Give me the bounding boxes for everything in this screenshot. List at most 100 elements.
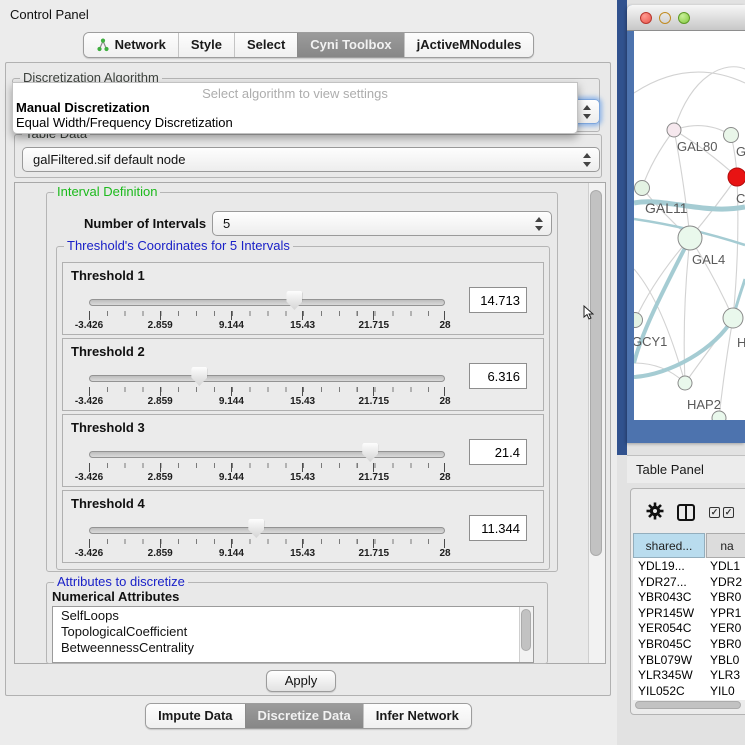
threshold-2-panel: Threshold 2 -3.426 2.859 9.144 15.43 21.… — [62, 338, 544, 411]
threshold-2-slider-thumb[interactable] — [191, 367, 207, 386]
apply-button[interactable]: Apply — [266, 670, 336, 692]
network-node-selected[interactable] — [728, 168, 745, 186]
threshold-1-slider[interactable] — [89, 299, 445, 306]
threshold-2-slider[interactable] — [89, 375, 445, 382]
list-item[interactable]: BetweennessCentrality — [53, 639, 533, 655]
dropdown-prompt: Select algorithm to view settings — [13, 83, 577, 100]
slider-ticks — [89, 539, 445, 548]
tick-label: 2.859 — [148, 548, 173, 559]
tick-label: 21.715 — [359, 396, 390, 407]
tick-label: 9.144 — [219, 472, 244, 483]
node-label: GAL4 — [692, 252, 725, 267]
network-icon — [96, 38, 110, 52]
network-node[interactable] — [678, 376, 692, 390]
list-item[interactable]: SelfLoops — [53, 607, 533, 623]
node-label-clipped: C — [736, 191, 745, 206]
tick-label: 15.43 — [290, 396, 315, 407]
interval-definition-label: Interval Definition — [54, 185, 160, 198]
node-table[interactable]: YDL19...YDL1 YDR27...YDR2 YBR043CYBR0 YP… — [633, 558, 745, 700]
threshold-4-panel: Threshold 4 -3.426 2.859 9.144 15.43 21.… — [62, 490, 544, 563]
mouse-cursor — [583, 305, 594, 320]
gear-icon[interactable] — [646, 502, 664, 520]
table-row[interactable]: YIL052CYIL0 — [633, 684, 745, 700]
tick-label: 28 — [439, 320, 450, 331]
tab-impute-data[interactable]: Impute Data — [146, 704, 244, 728]
table-row[interactable]: YBL079WYBL0 — [633, 653, 745, 669]
thresholds-group-label: Threshold's Coordinates for 5 Intervals — [64, 239, 293, 252]
dropdown-option-manual[interactable]: Manual Discretization — [13, 100, 577, 115]
threshold-3-slider[interactable] — [89, 451, 445, 458]
numerical-attributes-label: Numerical Attributes — [52, 589, 179, 604]
checkbox-icon[interactable]: ✓ — [723, 507, 734, 518]
tab-style[interactable]: Style — [178, 33, 234, 57]
tab-select[interactable]: Select — [234, 33, 297, 57]
table-hscrollbar-thumb[interactable] — [635, 701, 741, 709]
network-node[interactable] — [634, 313, 643, 328]
table-row[interactable]: YPR145WYPR1 — [633, 606, 745, 622]
node-label-clipped: H — [737, 335, 745, 350]
tab-jactivemnodules[interactable]: jActiveMNodules — [404, 33, 534, 57]
threshold-3-slider-thumb[interactable] — [362, 443, 378, 462]
tick-label: -3.426 — [75, 396, 103, 407]
column-header-name[interactable]: na — [706, 533, 745, 558]
number-of-intervals-label: Number of Intervals — [84, 216, 206, 231]
column-header-shared[interactable]: shared... — [633, 533, 705, 558]
threshold-4-value-field[interactable] — [469, 515, 527, 541]
threshold-4-slider-thumb[interactable] — [248, 519, 264, 538]
attributes-scrollbar-thumb[interactable] — [521, 609, 531, 651]
network-canvas[interactable]: GAL80 GAL11 GAL4 GCY1 HAP2 GA C H — [634, 31, 745, 420]
checkbox-icon[interactable]: ✓ — [709, 507, 720, 518]
tick-label: 28 — [439, 472, 450, 483]
network-node[interactable] — [667, 123, 681, 137]
network-node[interactable] — [724, 128, 739, 143]
table-row[interactable]: YDL19...YDL1 — [633, 559, 745, 575]
tick-label: 21.715 — [359, 472, 390, 483]
number-of-intervals-combobox[interactable]: 5 — [212, 211, 552, 236]
node-label: GCY1 — [634, 334, 667, 349]
tab-infer-network[interactable]: Infer Network — [363, 704, 471, 728]
table-row[interactable]: YBR045CYBR0 — [633, 637, 745, 653]
close-traffic-light[interactable] — [640, 12, 652, 24]
table-row[interactable]: YBR043CYBR0 — [633, 590, 745, 606]
table-row[interactable]: YDR27...YDR2 — [633, 575, 745, 591]
slider-ticks — [89, 387, 445, 396]
threshold-3-panel: Threshold 3 -3.426 2.859 9.144 15.43 21.… — [62, 414, 544, 487]
tab-cyni-toolbox[interactable]: Cyni Toolbox — [297, 33, 403, 57]
tick-label: 2.859 — [148, 472, 173, 483]
tick-label: 9.144 — [219, 320, 244, 331]
table-row[interactable]: YLR345WYLR3 — [633, 668, 745, 684]
control-panel: Control Panel ✖ Network Style Select Cyn… — [0, 0, 617, 745]
threshold-1-value-field[interactable] — [469, 287, 527, 313]
stepper-arrows-icon — [583, 105, 592, 119]
node-label-clipped: GA — [736, 144, 745, 159]
tick-label: 15.43 — [290, 472, 315, 483]
threshold-2-label: Threshold 2 — [71, 344, 145, 359]
network-node[interactable] — [635, 181, 650, 196]
network-node[interactable] — [723, 308, 743, 328]
threshold-1-slider-thumb[interactable] — [286, 291, 302, 310]
table-row[interactable]: YER054CYER0 — [633, 621, 745, 637]
tab-discretize-data[interactable]: Discretize Data — [245, 704, 363, 728]
node-label: GAL11 — [645, 200, 688, 216]
split-panel-icon[interactable] — [677, 504, 695, 521]
tick-label: 15.43 — [290, 548, 315, 559]
numerical-attributes-list[interactable]: SelfLoops TopologicalCoefficient Between… — [52, 606, 534, 663]
minimize-traffic-light[interactable] — [659, 12, 671, 24]
tick-label: 9.144 — [219, 396, 244, 407]
threshold-4-slider[interactable] — [89, 527, 445, 534]
threshold-2-value-field[interactable] — [469, 363, 527, 389]
list-item[interactable]: TopologicalCoefficient — [53, 623, 533, 639]
threshold-3-value-field[interactable] — [469, 439, 527, 465]
bottom-tabbar: Impute Data Discretize Data Infer Networ… — [0, 703, 617, 729]
network-window-titlebar[interactable] — [627, 5, 745, 31]
table-data-combobox[interactable]: galFiltered.sif default node — [22, 147, 600, 172]
tick-label: 21.715 — [359, 548, 390, 559]
tick-label: 28 — [439, 548, 450, 559]
network-node[interactable] — [712, 411, 726, 420]
zoom-traffic-light[interactable] — [678, 12, 690, 24]
dropdown-option-equal-width[interactable]: Equal Width/Frequency Discretization — [13, 115, 577, 130]
network-node[interactable] — [678, 226, 702, 250]
slider-ticks — [89, 463, 445, 472]
settings-scrollbar-thumb[interactable] — [590, 190, 602, 556]
tab-network[interactable]: Network — [84, 33, 178, 57]
